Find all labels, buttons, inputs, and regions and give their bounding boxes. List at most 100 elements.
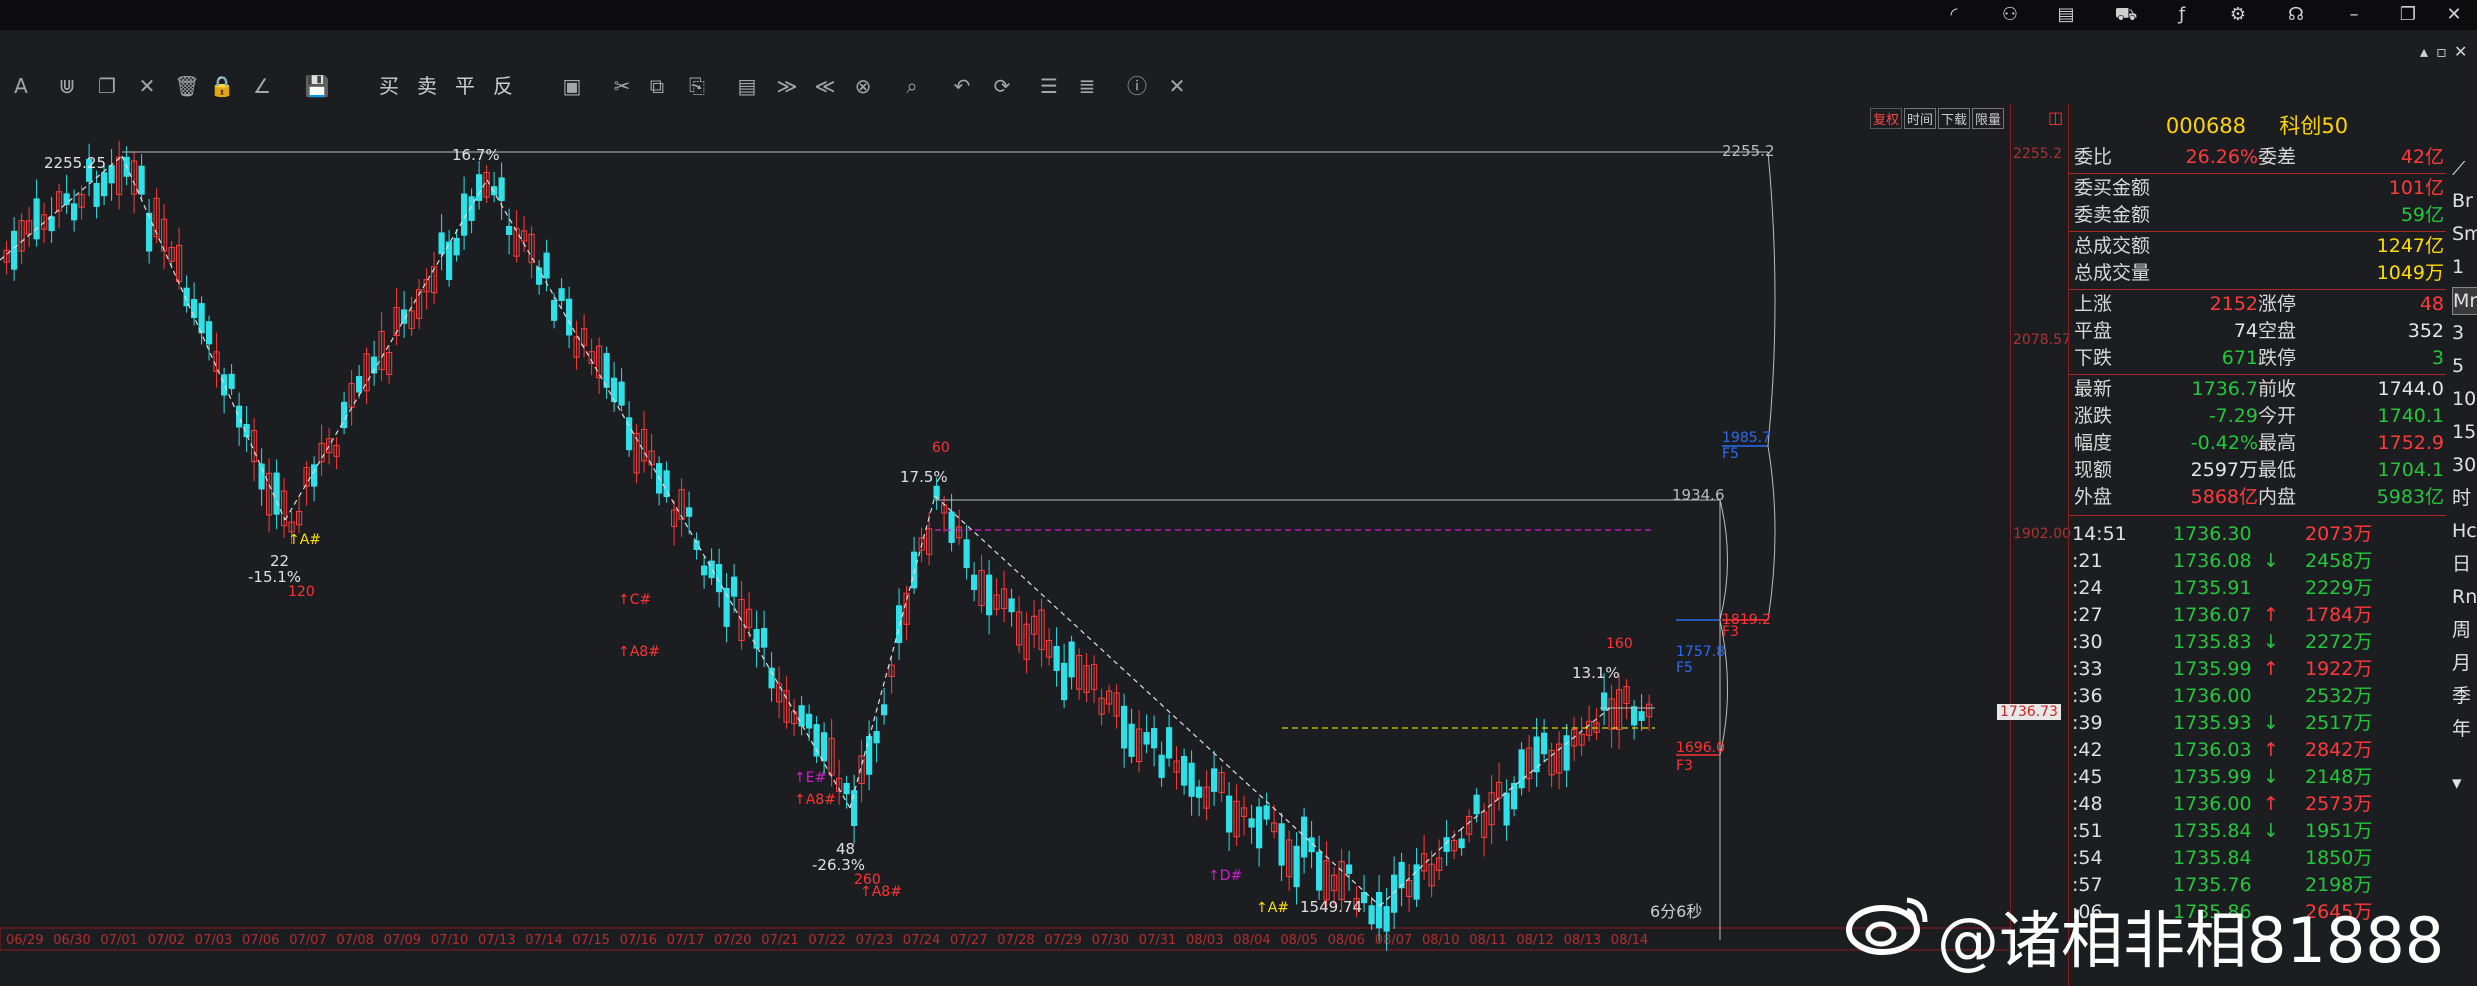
quote-key2: 空盘: [2258, 320, 2297, 342]
quote-value: 2597万: [2190, 459, 2258, 481]
tick-time: :48: [2072, 793, 2103, 815]
period-item[interactable]: 10: [2452, 386, 2477, 412]
tick-volume: 2842万: [2305, 739, 2373, 761]
pct-label: 17.5%: [900, 468, 948, 486]
fib-tag: F5: [1676, 660, 1693, 676]
price-tick: 2255.2: [2013, 146, 2062, 162]
tick-volume: 2073万: [2305, 523, 2373, 545]
tick-time: :51: [2072, 820, 2103, 842]
candle-body: [1316, 851, 1323, 891]
candle-body: [191, 299, 198, 319]
tick-volume: 2229万: [2305, 577, 2373, 599]
zigzag-line: [486, 179, 851, 809]
period-item[interactable]: 5: [2452, 353, 2477, 379]
headset-icon[interactable]: ☊: [2282, 4, 2310, 26]
candle-body: [948, 511, 955, 543]
date-tick: 07/02: [148, 933, 185, 948]
date-tick: 07/06: [242, 933, 279, 948]
date-tick: 07/16: [620, 933, 657, 948]
tick-volume: 1922万: [2305, 658, 2373, 680]
tick-row: :48 1736.00 ↑ 2573万: [2068, 791, 2446, 818]
date-tick: 07/14: [525, 933, 562, 948]
tab-time[interactable]: 时间: [1904, 108, 1936, 129]
quote-value2: 1752.9: [2377, 432, 2444, 454]
period-item[interactable]: 3: [2452, 320, 2477, 346]
sub-restore-icon[interactable]: ▫: [2436, 42, 2447, 61]
tick-price: 1735.84: [2173, 820, 2252, 842]
period-item[interactable]: Sm: [2452, 221, 2477, 247]
candle-body: [1301, 816, 1308, 858]
period-item[interactable]: 30: [2452, 452, 2477, 478]
line-chart-icon[interactable]: ⟋: [2452, 156, 2477, 182]
period-item[interactable]: Br: [2452, 188, 2477, 214]
period-item[interactable]: Mr: [2452, 287, 2477, 315]
quote-row: 总成交额 1247亿: [2068, 233, 2446, 260]
candle-body: [963, 539, 970, 569]
quote-row: 委买金额 101亿: [2068, 175, 2446, 202]
candle-body: [761, 627, 768, 648]
candle-body: [873, 731, 880, 744]
candle-body: [1196, 786, 1203, 798]
tick-price: 1735.99: [2173, 766, 2252, 788]
candle-body: [506, 225, 513, 236]
document-icon[interactable]: ▤: [2052, 4, 2080, 26]
signal-label: ↑A8#: [618, 644, 660, 660]
kline-chart[interactable]: 06/29 06/30 07/01 07/02 07/03 07/06 07/07 07/08…: [0, 0, 2010, 986]
date-tick: 07/28: [997, 933, 1034, 948]
date-tick: 08/11: [1469, 933, 1506, 948]
tick-volume: 1951万: [2305, 820, 2373, 842]
date-tick: 06/29: [6, 933, 43, 948]
price-axis: 2255.2 2078.57 1902.00 1736.73: [1997, 104, 2071, 944]
candle-body: [1181, 755, 1188, 786]
function-icon[interactable]: ƒ: [2168, 4, 2196, 26]
minimize-icon[interactable]: –: [2340, 4, 2368, 26]
network-icon[interactable]: ⚙: [2224, 4, 2252, 26]
period-item[interactable]: 季: [2452, 683, 2477, 709]
period-item[interactable]: 时: [2452, 485, 2477, 511]
tick-arrow: ↑: [2263, 793, 2279, 815]
tab-download[interactable]: 下载: [1938, 108, 1970, 129]
quote-value: -7.29: [2208, 405, 2258, 427]
signal-label: ↑E#: [794, 770, 826, 786]
candle-body: [1631, 706, 1638, 726]
tab-limit[interactable]: 限量: [1972, 108, 2004, 129]
quote-key: 最新: [2074, 378, 2113, 400]
stock-name: 科创50: [2279, 114, 2349, 138]
period-item[interactable]: Rn: [2452, 584, 2477, 610]
strip-expand-icon[interactable]: ▾: [2452, 770, 2477, 796]
date-tick: 07/30: [1092, 933, 1129, 948]
tab-adjust[interactable]: 复权: [1870, 108, 1902, 129]
quote-row: 下跌 671 跌停 3: [2068, 345, 2446, 372]
tick-time: :30: [2072, 631, 2103, 653]
tick-arrow: ↓: [2263, 712, 2279, 734]
candle-body: [611, 377, 618, 403]
period-item[interactable]: 周: [2452, 617, 2477, 643]
tick-row: :21 1736.08 ↓ 2458万: [2068, 548, 2446, 575]
date-tick: 07/09: [384, 933, 421, 948]
period-item[interactable]: 月: [2452, 650, 2477, 676]
candle-body: [1473, 794, 1480, 815]
restore-icon[interactable]: ❐: [2394, 4, 2422, 26]
date-tick: 07/01: [100, 933, 137, 948]
date-tick: 08/13: [1564, 933, 1601, 948]
period-item[interactable]: 15: [2452, 419, 2477, 445]
period-item[interactable]: Hc: [2452, 518, 2477, 544]
side-divider: [2068, 104, 2069, 986]
sub-minimize-icon[interactable]: ▴: [2420, 42, 2428, 61]
signal-label: ↑A8#: [794, 792, 836, 808]
tick-volume: 2148万: [2305, 766, 2373, 788]
close-icon[interactable]: ✕: [2440, 4, 2468, 26]
date-tick: 07/23: [856, 933, 893, 948]
period-item[interactable]: 1: [2452, 254, 2477, 280]
quote-row: 上涨 2152 涨停 48: [2068, 291, 2446, 318]
candle-body: [1383, 906, 1390, 932]
quote-key2: 委差: [2258, 146, 2297, 168]
period-item[interactable]: 日: [2452, 551, 2477, 577]
cart-icon[interactable]: ⛟: [2112, 4, 2140, 26]
date-tick: 07/07: [289, 933, 326, 948]
candle-body: [911, 551, 918, 589]
candle-body: [543, 252, 550, 279]
candle-body: [1458, 838, 1465, 849]
period-item[interactable]: 年: [2452, 716, 2477, 742]
tick-price: 1735.99: [2173, 658, 2252, 680]
